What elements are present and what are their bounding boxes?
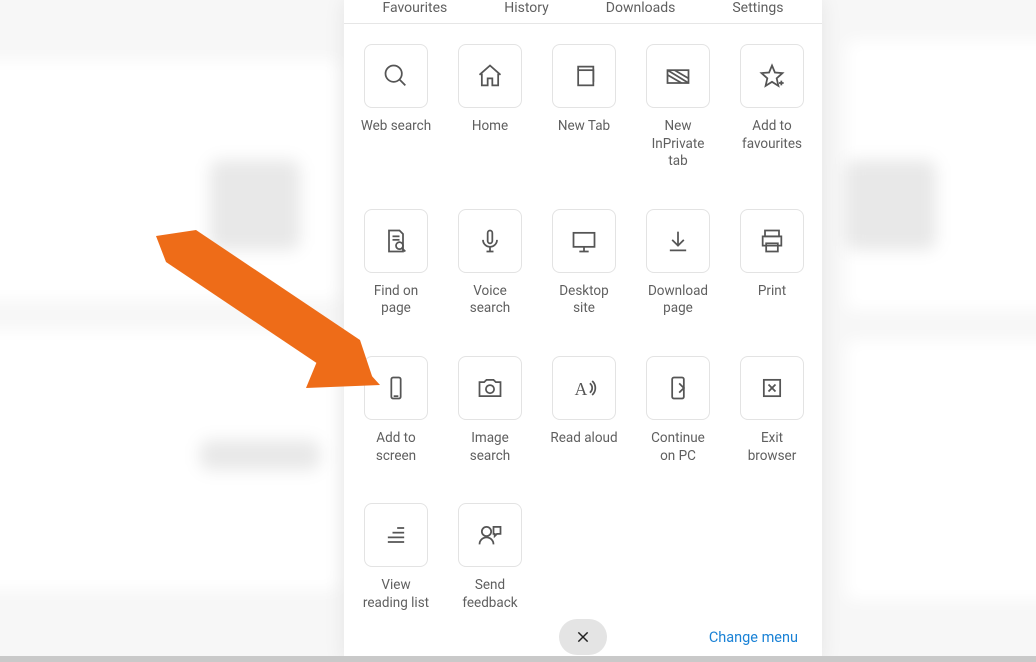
- tile-label: Web search: [361, 118, 431, 136]
- menu-grid: Web search Home New Tab New InPrivate ta…: [344, 24, 822, 612]
- tab-favourites[interactable]: Favourites: [378, 0, 451, 13]
- tile-image-search[interactable]: Image search: [448, 356, 532, 465]
- tile-download-page[interactable]: Download page: [636, 209, 720, 318]
- tile-read-aloud[interactable]: A Read aloud: [542, 356, 626, 465]
- tile-new-inprivate-tab[interactable]: New InPrivate tab: [636, 44, 720, 171]
- feedback-icon: [458, 503, 522, 567]
- tile-label: Find on page: [374, 283, 418, 318]
- tile-label: Read aloud: [550, 430, 617, 448]
- tile-send-feedback[interactable]: Send feedback: [448, 503, 532, 612]
- continue-pc-icon: [646, 356, 710, 420]
- close-button[interactable]: [559, 619, 607, 655]
- find-on-page-icon: [364, 209, 428, 273]
- tile-label: Desktop site: [559, 283, 608, 318]
- footer-strip: [0, 656, 1036, 662]
- tile-label: Send feedback: [462, 577, 517, 612]
- inprivate-icon: [646, 44, 710, 108]
- exit-icon: [740, 356, 804, 420]
- tile-label: New InPrivate tab: [652, 118, 705, 171]
- camera-icon: [458, 356, 522, 420]
- tile-voice-search[interactable]: Voice search: [448, 209, 532, 318]
- tile-label: Continue on PC: [651, 430, 705, 465]
- star-plus-icon: [740, 44, 804, 108]
- new-tab-icon: [552, 44, 616, 108]
- download-icon: [646, 209, 710, 273]
- tile-continue-on-pc[interactable]: Continue on PC: [636, 356, 720, 465]
- tile-label: Voice search: [470, 283, 510, 318]
- tile-print[interactable]: Print: [730, 209, 814, 318]
- top-nav: Favourites History Downloads Settings: [344, 0, 822, 24]
- tile-find-on-page[interactable]: Find on page: [354, 209, 438, 318]
- desktop-icon: [552, 209, 616, 273]
- tab-history[interactable]: History: [500, 0, 553, 13]
- tile-label: Download page: [648, 283, 708, 318]
- tab-downloads[interactable]: Downloads: [602, 0, 680, 13]
- home-icon: [458, 44, 522, 108]
- tile-desktop-site[interactable]: Desktop site: [542, 209, 626, 318]
- tile-label: Print: [758, 283, 786, 301]
- bottom-bar: Change menu: [344, 612, 822, 662]
- change-menu-link[interactable]: Change menu: [709, 629, 798, 646]
- print-icon: [740, 209, 804, 273]
- tile-label: New Tab: [558, 118, 610, 136]
- tile-label: Add to screen: [376, 430, 416, 465]
- read-aloud-icon: A: [552, 356, 616, 420]
- svg-text:A: A: [575, 379, 588, 399]
- reading-list-icon: [364, 503, 428, 567]
- search-icon: [364, 44, 428, 108]
- tile-label: Add to favourites: [742, 118, 802, 153]
- tile-add-to-favourites[interactable]: Add to favourites: [730, 44, 814, 171]
- tile-label: Home: [472, 118, 508, 136]
- tile-new-tab[interactable]: New Tab: [542, 44, 626, 171]
- tile-home[interactable]: Home: [448, 44, 532, 171]
- tile-view-reading-list[interactable]: View reading list: [354, 503, 438, 612]
- tile-add-to-screen[interactable]: Add to screen: [354, 356, 438, 465]
- tile-web-search[interactable]: Web search: [354, 44, 438, 171]
- phone-icon: [364, 356, 428, 420]
- microphone-icon: [458, 209, 522, 273]
- tile-label: Image search: [470, 430, 510, 465]
- tile-label: View reading list: [363, 577, 429, 612]
- close-icon: [575, 629, 591, 645]
- tile-label: Exit browser: [748, 430, 797, 465]
- tile-exit-browser[interactable]: Exit browser: [730, 356, 814, 465]
- menu-panel: Favourites History Downloads Settings We…: [344, 0, 822, 662]
- tab-settings[interactable]: Settings: [728, 0, 787, 13]
